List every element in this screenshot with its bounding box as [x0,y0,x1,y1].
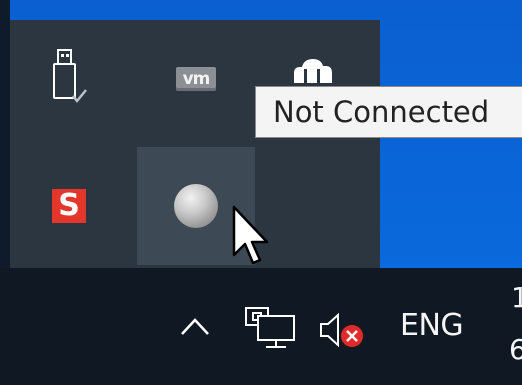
vmware-icon: vm [176,67,216,91]
clock-date[interactable]: 6 [509,332,522,368]
chevron-up-icon[interactable] [178,314,212,338]
tray-item-s-app[interactable]: S [10,147,128,265]
tray-item-vmware[interactable]: vm [137,20,255,138]
network-disconnected-icon[interactable] [244,305,298,351]
usb-drive-icon [49,48,89,110]
clock-time[interactable]: 1 [511,280,522,316]
s-app-icon: S [52,189,86,223]
volume-muted-icon[interactable] [318,310,374,350]
notification-area-overflow-flyout: vm S [10,20,380,268]
tooltip: Not Connected [255,86,522,138]
mouse-cursor-icon [232,205,269,265]
tray-item-usb[interactable] [10,20,128,138]
globe-icon [174,184,218,228]
language-indicator[interactable]: ENG [400,304,464,348]
desktop-edge [0,0,10,268]
